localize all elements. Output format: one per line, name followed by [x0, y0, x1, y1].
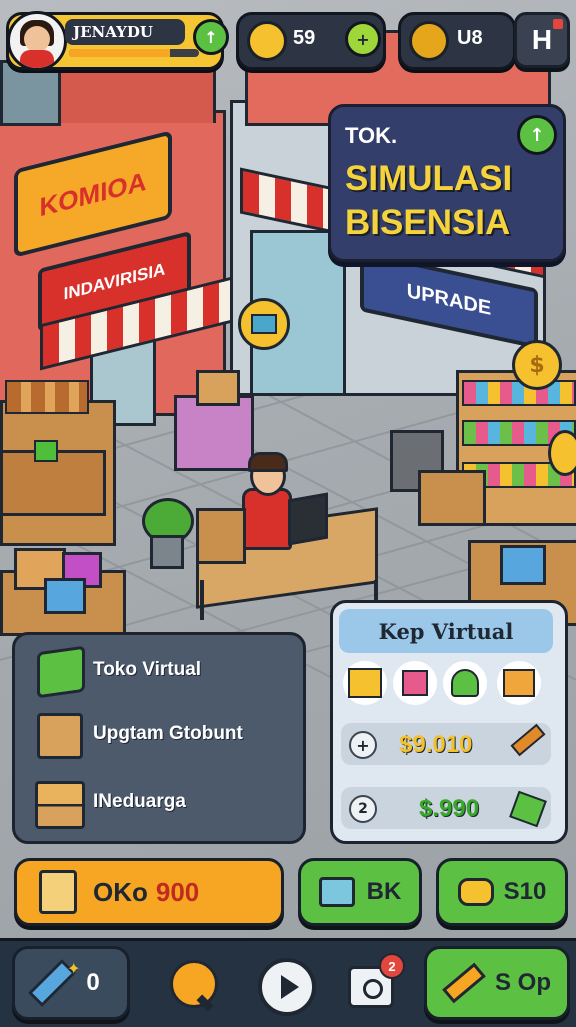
- play-icon: [281, 975, 299, 999]
- stacked-boxes-icon: [35, 781, 85, 829]
- camera-button[interactable]: 2: [348, 953, 405, 1008]
- register-icon: [402, 670, 428, 696]
- floating-coin-icon[interactable]: $: [512, 340, 562, 390]
- cart-stand: [174, 395, 254, 471]
- order-button[interactable]: OKo 900: [14, 858, 284, 926]
- camera-badge: 2: [379, 953, 405, 979]
- item-slot-4[interactable]: [497, 661, 541, 705]
- left-panel: Toko Virtual Upgtam Gtobunt INeduarga: [12, 632, 306, 844]
- item-slot-2[interactable]: [393, 661, 437, 705]
- pencil-icon[interactable]: [510, 723, 546, 757]
- person-hair: [248, 452, 288, 472]
- right-panel: Kep Virtual + $9.010 2 $.990: [330, 600, 568, 844]
- menu-button[interactable]: H: [514, 12, 570, 68]
- shop-label: S Op: [494, 969, 551, 996]
- person-body: [242, 488, 292, 550]
- order-value: 900: [155, 876, 200, 907]
- desk-chair: [196, 508, 246, 564]
- left-shelf-goods: [5, 380, 89, 414]
- crate-icon: [503, 669, 535, 697]
- box-cart: [418, 470, 486, 526]
- level-up-icon[interactable]: ↑: [193, 19, 229, 55]
- price-row-1-value: $9.010: [399, 731, 473, 758]
- camera-icon: [363, 979, 383, 999]
- banner-line1: SIMULASI: [345, 159, 513, 198]
- coins-counter[interactable]: 59 +: [236, 12, 386, 70]
- banner-line2: BISENSIA: [345, 203, 511, 242]
- plus-icon[interactable]: +: [349, 731, 377, 759]
- gold-crate-icon: [348, 668, 382, 698]
- sparkle-icon: ✦: [67, 959, 81, 978]
- brick-icon: [318, 877, 355, 907]
- floating-monitor-icon[interactable]: [238, 298, 290, 350]
- cash-icon: [509, 790, 547, 828]
- price-row-2[interactable]: 2 $.990: [341, 787, 551, 829]
- price-row-1[interactable]: + $9.010: [341, 723, 551, 765]
- tools-button[interactable]: ✦ 0: [12, 946, 130, 1020]
- s10-label: S10: [503, 878, 547, 905]
- menu-notification-icon: [553, 19, 563, 29]
- bk-button[interactable]: BK: [298, 858, 422, 926]
- left-panel-item-2-label: Upgtam Gtobunt: [93, 723, 243, 744]
- cart-box: [196, 370, 240, 406]
- item-slot-1[interactable]: [343, 661, 387, 705]
- computer-monitor: [288, 492, 328, 546]
- right-shelf-goods-1: [462, 380, 576, 406]
- add-coins-icon[interactable]: +: [345, 21, 381, 57]
- xp-bar: [69, 49, 199, 57]
- refresh-icon[interactable]: 2: [349, 795, 377, 823]
- left-panel-item-2[interactable]: Upgtam Gtobunt: [33, 711, 295, 761]
- box-blue: [44, 578, 86, 614]
- plant-icon: [451, 669, 479, 697]
- floating-coin-small-icon: [548, 430, 576, 476]
- player-card[interactable]: JENAYDU ↑: [6, 11, 229, 71]
- gamepad-icon: [457, 878, 494, 906]
- order-label: OKo: [93, 876, 148, 907]
- camera-badge-count: 2: [388, 958, 396, 974]
- plant-pot: [150, 535, 184, 569]
- item-slot-3[interactable]: [443, 661, 487, 705]
- hint-button[interactable]: [170, 960, 218, 1012]
- bk-label: BK: [366, 878, 402, 905]
- xp-bar-fill: [69, 49, 171, 57]
- shop-button[interactable]: S Op: [424, 946, 570, 1020]
- green-box-small: [34, 440, 58, 462]
- left-panel-item-3-label: INeduarga: [93, 791, 186, 812]
- gems-value: U8: [457, 27, 483, 49]
- left-panel-item-1[interactable]: Toko Virtual: [33, 645, 295, 699]
- banner-small: TOK.: [345, 123, 398, 148]
- coins-value: 59: [293, 27, 316, 49]
- player-avatar[interactable]: [7, 11, 67, 71]
- parcel-icon: [37, 713, 83, 759]
- player-name: JENAYDU: [73, 23, 153, 41]
- s10-button[interactable]: S10: [436, 858, 568, 926]
- left-panel-item-3[interactable]: INeduarga: [33, 779, 295, 829]
- player-name-plate: JENAYDU: [65, 19, 185, 45]
- price-row-2-value: $.990: [419, 795, 480, 822]
- crate-blue: [500, 545, 546, 585]
- hammer-icon: [442, 962, 486, 1004]
- sign-uprade-text: UPRADE: [406, 279, 492, 320]
- menu-button-label: H: [531, 24, 553, 55]
- gem-icon: [409, 21, 449, 61]
- right-panel-title: Kep Virtual: [378, 618, 514, 644]
- banner-arrow-up-icon[interactable]: ↑: [517, 115, 557, 155]
- tools-count: 0: [86, 969, 100, 996]
- clipboard-icon: [39, 870, 77, 914]
- coin-icon: [247, 21, 287, 61]
- gems-counter[interactable]: U8: [398, 12, 516, 70]
- left-panel-item-1-label: Toko Virtual: [93, 659, 202, 680]
- right-panel-header: Kep Virtual: [339, 609, 553, 653]
- green-box-icon: [37, 645, 85, 699]
- title-banner: TOK. SIMULASI BISENSIA ↑: [328, 104, 566, 262]
- play-button[interactable]: [258, 958, 316, 1016]
- sign-komioa-text: KOMIOA: [39, 165, 147, 222]
